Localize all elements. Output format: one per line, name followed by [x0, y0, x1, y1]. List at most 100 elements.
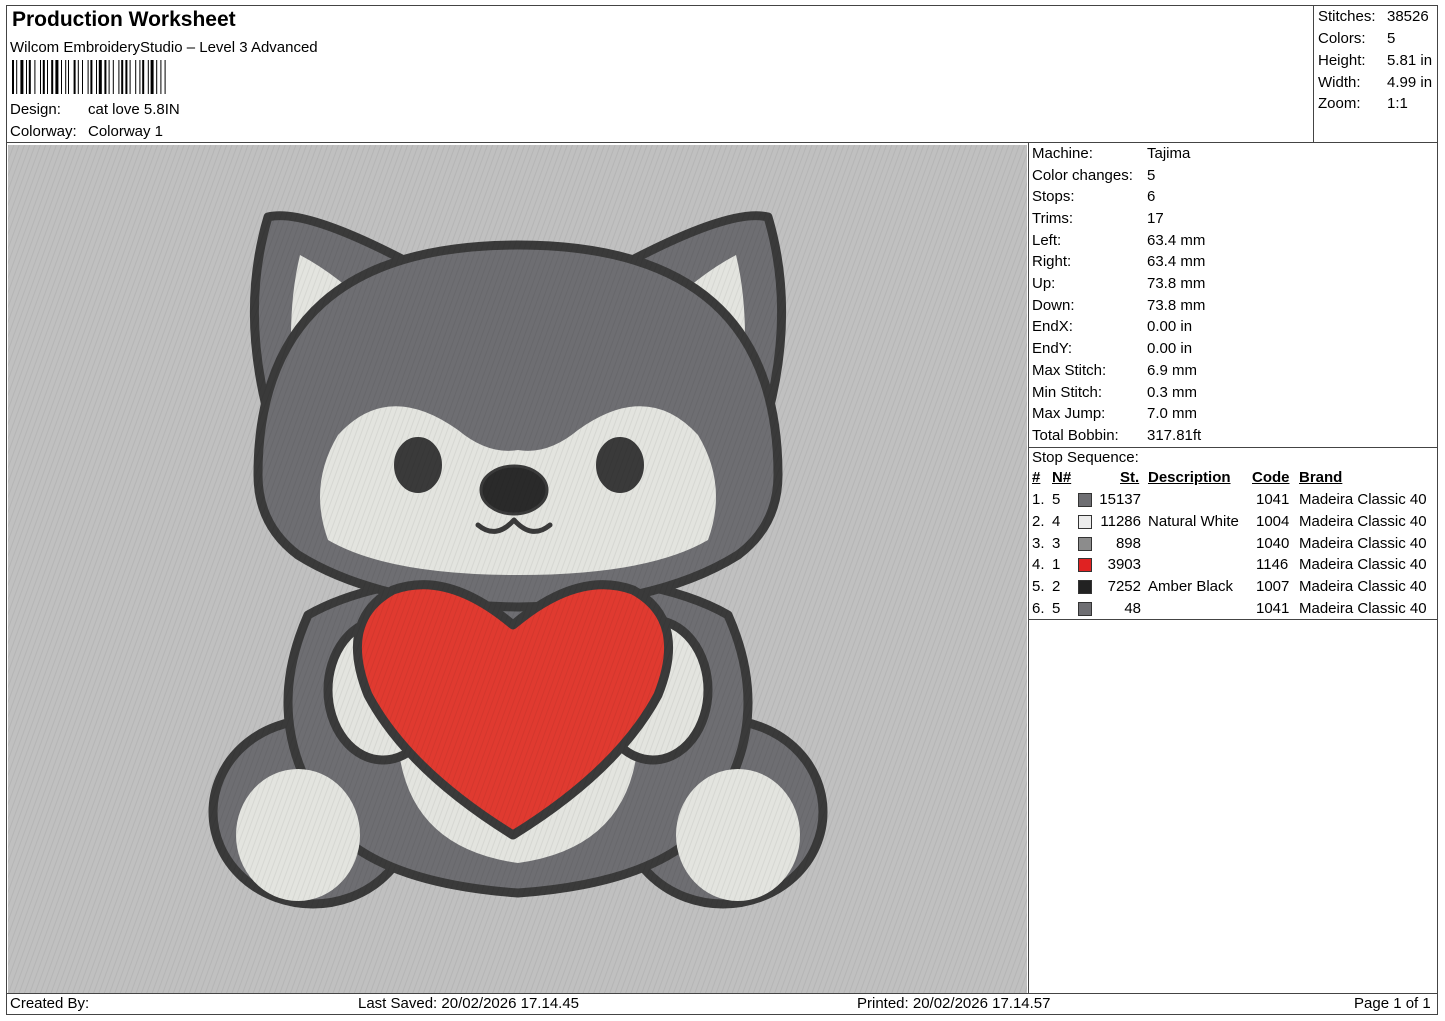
header-divider: [6, 142, 1438, 143]
color-swatch: [1078, 537, 1092, 551]
footer-divider: [6, 993, 1438, 994]
summary-colors-label: Colors:: [1318, 30, 1366, 47]
table-row: 5. 2 7252 Amber Black 1007 Madeira Classic 40: [0, 578, 1445, 600]
table-row: 2. 4 11286 Natural White 1004 Madeira Classic…: [0, 513, 1445, 535]
info-value: 0.3 mm: [1147, 384, 1198, 401]
thread-code: 1004: [1256, 513, 1290, 530]
summary-width-label: Width:: [1318, 74, 1361, 91]
info-value: 73.8 mm: [1147, 275, 1206, 292]
row-number: 6.: [1032, 600, 1045, 617]
summary-height-label: Height:: [1318, 52, 1366, 69]
info-value: 317.81ft: [1147, 427, 1202, 444]
needle-number: 2: [1052, 578, 1061, 595]
needle-number: 1: [1052, 556, 1061, 573]
info-row: Stops: 6: [1032, 188, 1155, 205]
table-divider: [1028, 619, 1438, 620]
info-label: Up:: [1032, 275, 1056, 292]
thread-description: Amber Black: [1148, 578, 1234, 595]
header-needle: N#: [1052, 469, 1072, 486]
page-title: Production Worksheet: [12, 8, 236, 31]
thread-brand: Madeira Classic 40: [1299, 600, 1427, 617]
info-row: Down: 73.8 mm: [1032, 297, 1205, 314]
info-divider: [1028, 447, 1438, 448]
info-label: EndX:: [1032, 318, 1073, 335]
color-swatch: [1078, 493, 1092, 507]
header-brand: Brand: [1299, 469, 1343, 486]
info-label: Trims:: [1032, 210, 1074, 227]
needle-number: 4: [1052, 513, 1061, 530]
summary-stitches-value: 38526: [1387, 8, 1429, 25]
info-row: Total Bobbin: 317.81ft: [1032, 427, 1201, 444]
stitch-count: 7252: [1107, 578, 1141, 595]
table-row: 4. 1 3903 1146 Madeira Classic 40: [0, 556, 1445, 578]
created-by: Created By:: [10, 995, 90, 1012]
thread-description: Natural White: [1148, 513, 1239, 530]
info-label: Left:: [1032, 232, 1062, 249]
summary-zoom-value: 1:1: [1387, 95, 1408, 112]
info-row: Right: 63.4 mm: [1032, 253, 1205, 270]
last-saved: Last Saved: 20/02/2026 17.14.45: [358, 995, 580, 1012]
header-description: Description: [1148, 469, 1231, 486]
info-value: 6.9 mm: [1147, 362, 1198, 379]
thread-code: 1146: [1256, 556, 1289, 573]
info-label: Down:: [1032, 297, 1075, 314]
thread-brand: Madeira Classic 40: [1299, 513, 1427, 530]
info-label: Color changes:: [1032, 167, 1133, 184]
color-swatch: [1078, 580, 1092, 594]
design-value: cat love 5.8IN: [88, 101, 180, 118]
info-row: Left: 63.4 mm: [1032, 232, 1205, 249]
thread-brand: Madeira Classic 40: [1299, 535, 1427, 552]
info-label: Min Stitch:: [1032, 384, 1103, 401]
summary-colors-value: 5: [1387, 30, 1396, 47]
thread-code: 1040: [1256, 535, 1290, 552]
summary-width-value: 4.99 in: [1387, 74, 1433, 91]
barcode-image: [12, 60, 166, 94]
colorway-label: Colorway:: [10, 123, 77, 140]
summary-stitches-label: Stitches:: [1318, 8, 1376, 25]
info-label: Max Stitch:: [1032, 362, 1107, 379]
info-label: Machine:: [1032, 145, 1093, 162]
row-number: 2.: [1032, 513, 1045, 530]
info-value: 73.8 mm: [1147, 297, 1206, 314]
summary-zoom-label: Zoom:: [1318, 95, 1361, 112]
info-row: Up: 73.8 mm: [1032, 275, 1205, 292]
info-row: Machine: Tajima: [1032, 145, 1190, 162]
row-number: 1.: [1032, 491, 1045, 508]
row-number: 5.: [1032, 578, 1045, 595]
info-value: 0.00 in: [1147, 340, 1193, 357]
needle-number: 5: [1052, 491, 1061, 508]
info-row: EndX: 0.00 in: [1032, 318, 1192, 335]
color-swatch: [1078, 558, 1092, 572]
info-value: 17: [1147, 210, 1164, 227]
software-name: Wilcom EmbroideryStudio – Level 3 Advanc…: [10, 39, 318, 56]
thread-code: 1007: [1256, 578, 1290, 595]
thread-brand: Madeira Classic 40: [1299, 556, 1427, 573]
info-label: Total Bobbin:: [1032, 427, 1119, 444]
summary-divider: [1313, 5, 1314, 142]
stop-sequence-title: Stop Sequence:: [1032, 449, 1139, 466]
thread-code: 1041: [1256, 491, 1290, 508]
thread-code: 1041: [1256, 600, 1290, 617]
needle-number: 5: [1052, 600, 1061, 617]
header-num: #: [1032, 469, 1041, 486]
design-label: Design:: [10, 101, 61, 118]
stitch-count: 3903: [1107, 556, 1141, 573]
info-value: 0.00 in: [1147, 318, 1193, 335]
row-number: 3.: [1032, 535, 1045, 552]
table-row: 1. 5 15137 1041 Madeira Classic 40: [0, 491, 1445, 513]
summary-height-value: 5.81 in: [1387, 52, 1433, 69]
stitch-count: 898: [1115, 535, 1141, 552]
stitch-count: 15137: [1099, 491, 1141, 508]
stitch-count: 48: [1124, 600, 1141, 617]
info-row: Trims: 17: [1032, 210, 1164, 227]
info-row: Max Jump: 7.0 mm: [1032, 405, 1197, 422]
info-row: Color changes: 5: [1032, 167, 1155, 184]
info-label: EndY:: [1032, 340, 1073, 357]
needle-number: 3: [1052, 535, 1061, 552]
info-value: 5: [1147, 167, 1156, 184]
info-row: EndY: 0.00 in: [1032, 340, 1192, 357]
thread-brand: Madeira Classic 40: [1299, 578, 1427, 595]
row-number: 4.: [1032, 556, 1045, 573]
table-row: 3. 3 898 1040 Madeira Classic 40: [0, 535, 1445, 557]
stitch-count: 11286: [1100, 513, 1141, 530]
